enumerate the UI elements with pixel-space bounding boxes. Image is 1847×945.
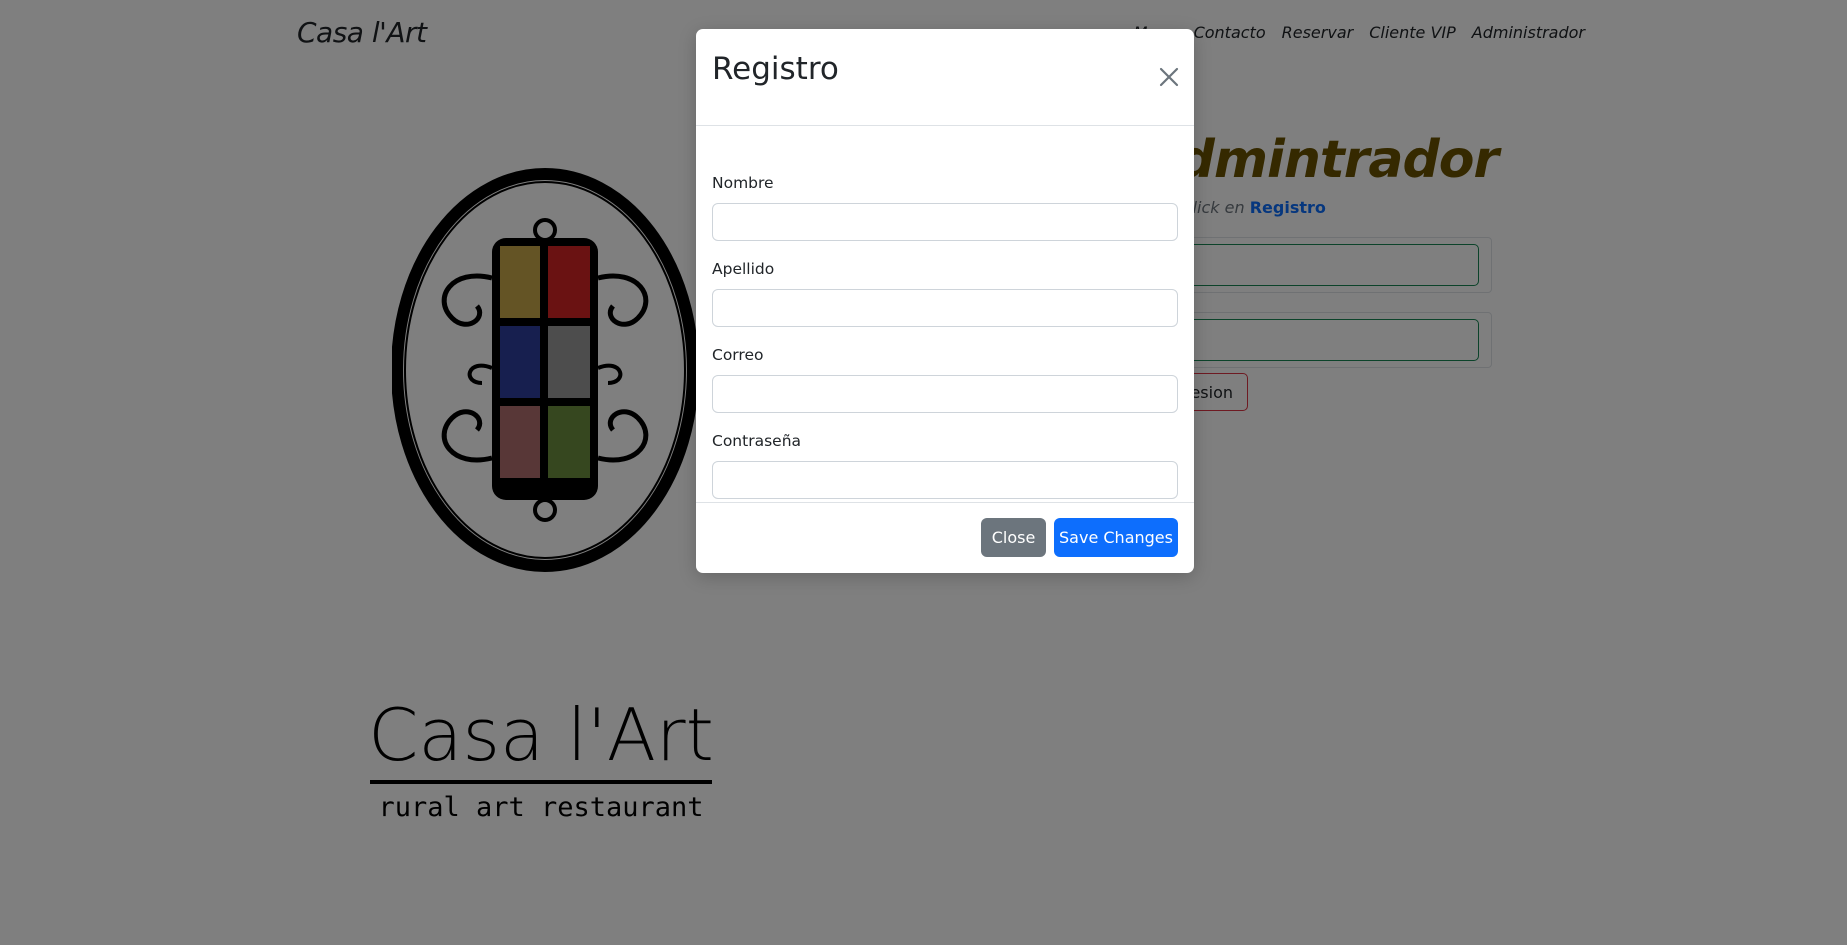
modal-footer: Close Save Changes [696,502,1194,574]
save-changes-button[interactable]: Save Changes [1054,518,1178,557]
apellido-label: Apellido [712,260,775,278]
close-button[interactable]: Close [981,518,1046,557]
registro-modal: Registro Nombre Apellido Correo Contrase… [696,29,1194,573]
correo-label: Correo [712,346,764,364]
nombre-label: Nombre [712,174,774,192]
modal-body: Nombre Apellido Correo Contraseña [696,126,1194,502]
contrasena-label: Contraseña [712,432,802,450]
apellido-input[interactable] [712,289,1178,327]
contrasena-input[interactable] [712,461,1178,499]
nombre-input[interactable] [712,203,1178,241]
correo-input[interactable] [712,375,1178,413]
modal-title: Registro [712,51,839,87]
modal-header: Registro [696,29,1194,126]
close-icon[interactable] [1157,65,1181,89]
